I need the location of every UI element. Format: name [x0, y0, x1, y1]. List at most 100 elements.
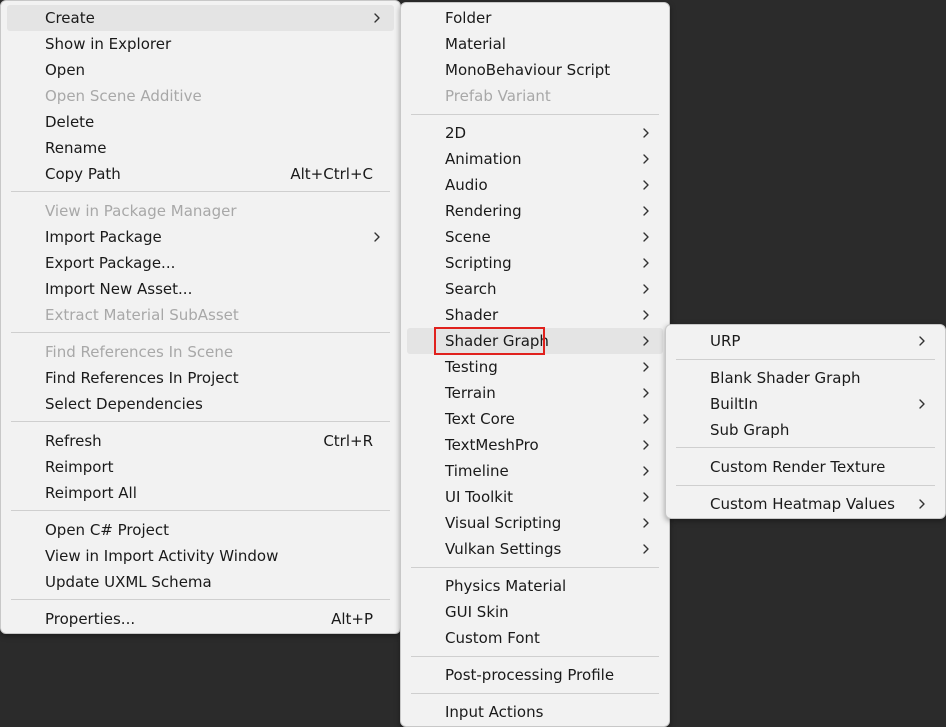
menu-item-shader[interactable]: Shader: [407, 302, 663, 328]
menu-item-label: Physics Material: [445, 577, 567, 595]
menu-item-label: URP: [710, 332, 741, 350]
chevron-right-icon: [639, 333, 653, 349]
menu-item-scene[interactable]: Scene: [407, 224, 663, 250]
menu-item-rename[interactable]: Rename: [7, 135, 394, 161]
menu-item-label: Delete: [45, 113, 95, 131]
chevron-right-icon: [639, 125, 653, 141]
menu-item-find-references-in-scene: Find References In Scene: [7, 339, 394, 365]
menu-item-label: Extract Material SubAsset: [45, 306, 239, 324]
chevron-right-icon: [639, 255, 653, 271]
menu-item-shader-graph[interactable]: Shader Graph: [407, 327, 663, 355]
shortcut-label: Alt+Ctrl+C: [290, 165, 373, 183]
menu-item-search[interactable]: Search: [407, 276, 663, 302]
menu-item-audio[interactable]: Audio: [407, 172, 663, 198]
menu-item-custom-heatmap-values[interactable]: Custom Heatmap Values: [672, 491, 939, 517]
menu-item-scripting[interactable]: Scripting: [407, 250, 663, 276]
menu-item-select-dependencies[interactable]: Select Dependencies: [7, 391, 394, 417]
menu-item-urp[interactable]: URP: [672, 328, 939, 354]
menu-item-label: Testing: [445, 358, 498, 376]
menu-item-terrain[interactable]: Terrain: [407, 380, 663, 406]
chevron-right-icon: [915, 333, 929, 349]
menu-item-custom-font[interactable]: Custom Font: [407, 625, 663, 651]
menu-item-blank-shader-graph[interactable]: Blank Shader Graph: [672, 365, 939, 391]
chevron-right-icon: [639, 177, 653, 193]
menu-item-open-c-project[interactable]: Open C# Project: [7, 517, 394, 543]
chevron-right-icon: [639, 541, 653, 557]
chevron-right-icon: [915, 496, 929, 512]
menu-item-label: Scene: [445, 228, 491, 246]
menu-item-label: Custom Font: [445, 629, 540, 647]
menu-item-textmeshpro[interactable]: TextMeshPro: [407, 432, 663, 458]
menu-item-2d[interactable]: 2D: [407, 120, 663, 146]
menu-item-builtin[interactable]: BuiltIn: [672, 391, 939, 417]
menu-item-folder[interactable]: Folder: [407, 5, 663, 31]
menu-item-delete[interactable]: Delete: [7, 109, 394, 135]
menu-item-gui-skin[interactable]: GUI Skin: [407, 599, 663, 625]
menu-item-timeline[interactable]: Timeline: [407, 458, 663, 484]
menu-item-label: Audio: [445, 176, 488, 194]
chevron-right-icon: [370, 10, 384, 26]
menu-item-ui-toolkit[interactable]: UI Toolkit: [407, 484, 663, 510]
menu-item-label: Folder: [445, 9, 492, 27]
menu-item-import-new-asset[interactable]: Import New Asset...: [7, 276, 394, 302]
menu-item-label: Custom Render Texture: [710, 458, 886, 476]
menu-item-view-in-import-activity-window[interactable]: View in Import Activity Window: [7, 543, 394, 569]
menu-item-sub-graph[interactable]: Sub Graph: [672, 417, 939, 443]
menu-item-text-core[interactable]: Text Core: [407, 406, 663, 432]
menu-item-extract-material-subasset: Extract Material SubAsset: [7, 302, 394, 328]
menu-item-vulkan-settings[interactable]: Vulkan Settings: [407, 536, 663, 562]
menu-item-import-package[interactable]: Import Package: [7, 224, 394, 250]
menu-item-testing[interactable]: Testing: [407, 354, 663, 380]
menu-item-physics-material[interactable]: Physics Material: [407, 573, 663, 599]
menu-item-label: TextMeshPro: [445, 436, 539, 454]
menu-item-label: UI Toolkit: [445, 488, 514, 506]
menu-item-custom-render-texture[interactable]: Custom Render Texture: [672, 454, 939, 480]
menu-separator: [411, 656, 659, 657]
menu-item-refresh[interactable]: Refresh Ctrl+R: [7, 428, 394, 454]
menu-item-create[interactable]: Create: [7, 5, 394, 31]
menu-item-visual-scripting[interactable]: Visual Scripting: [407, 510, 663, 536]
menu-item-label: Post-processing Profile: [445, 666, 615, 684]
menu-item-label: Create: [45, 9, 95, 27]
menu-separator: [676, 447, 935, 448]
menu-item-open[interactable]: Open: [7, 57, 394, 83]
chevron-right-icon: [639, 515, 653, 531]
shortcut-label: Alt+P: [331, 610, 373, 628]
menu-item-label: Material: [445, 35, 506, 53]
menu-item-material[interactable]: Material: [407, 31, 663, 57]
menu-item-label: Open Scene Additive: [45, 87, 202, 105]
menu-item-copy-path[interactable]: Copy Path Alt+Ctrl+C: [7, 161, 394, 187]
chevron-right-icon: [915, 396, 929, 412]
menu-item-show-in-explorer[interactable]: Show in Explorer: [7, 31, 394, 57]
menu-item-export-package[interactable]: Export Package...: [7, 250, 394, 276]
context-menu: Create Show in Explorer Open Open Scene Add…: [0, 0, 401, 634]
chevron-right-icon: [639, 385, 653, 401]
menu-item-monobehaviour-script[interactable]: MonoBehaviour Script: [407, 57, 663, 83]
menu-item-update-uxml-schema[interactable]: Update UXML Schema: [7, 569, 394, 595]
menu-item-label: Import New Asset...: [45, 280, 193, 298]
menu-item-properties[interactable]: Properties... Alt+P: [7, 606, 394, 632]
menu-item-label: Rename: [45, 139, 107, 157]
chevron-right-icon: [639, 307, 653, 323]
menu-item-input-actions[interactable]: Input Actions: [407, 699, 663, 725]
menu-item-post-processing-profile[interactable]: Post-processing Profile: [407, 662, 663, 688]
menu-item-label: Reimport All: [45, 484, 137, 502]
menu-item-label: Import Package: [45, 228, 162, 246]
menu-item-label: Select Dependencies: [45, 395, 203, 413]
menu-item-view-in-package-manager: View in Package Manager: [7, 198, 394, 224]
menu-item-rendering[interactable]: Rendering: [407, 198, 663, 224]
menu-item-open-scene-additive: Open Scene Additive: [7, 83, 394, 109]
menu-item-reimport-all[interactable]: Reimport All: [7, 480, 394, 506]
menu-item-label: Export Package...: [45, 254, 176, 272]
menu-item-animation[interactable]: Animation: [407, 146, 663, 172]
menu-item-label: Prefab Variant: [445, 87, 551, 105]
menu-item-label: Find References In Project: [45, 369, 239, 387]
menu-item-label: Open: [45, 61, 86, 79]
menu-item-label: Reimport: [45, 458, 114, 476]
menu-item-reimport[interactable]: Reimport: [7, 454, 394, 480]
chevron-right-icon: [639, 151, 653, 167]
menu-item-find-references-in-project[interactable]: Find References In Project: [7, 365, 394, 391]
menu-item-label: Sub Graph: [710, 421, 790, 439]
menu-item-label: Update UXML Schema: [45, 573, 212, 591]
menu-separator: [11, 599, 390, 600]
